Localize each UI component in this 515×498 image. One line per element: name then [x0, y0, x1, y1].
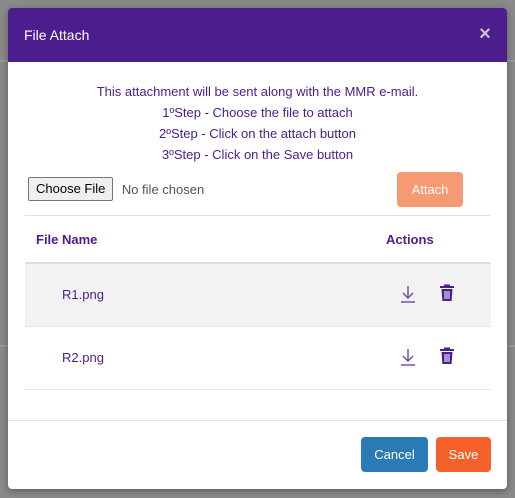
- save-button[interactable]: Save: [436, 437, 491, 472]
- download-button[interactable]: [399, 284, 417, 304]
- file-input: Choose File No file chosen: [28, 177, 204, 201]
- delete-button[interactable]: [439, 347, 455, 365]
- instruction-step-3: 3ºStep - Click on the Save button: [161, 147, 354, 162]
- choose-file-button[interactable]: Choose File: [28, 177, 114, 201]
- file-attach-dialog: File Attach × This attachment will be se…: [8, 8, 507, 489]
- attachments-table: File Name Actions R1.png R2.png: [25, 216, 491, 390]
- close-button[interactable]: ×: [477, 23, 493, 45]
- close-icon: ×: [479, 23, 491, 45]
- file-status-text: No file chosen: [121, 181, 205, 197]
- cancel-button[interactable]: Cancel: [361, 437, 428, 472]
- delete-button[interactable]: [439, 284, 455, 302]
- trash-icon: [440, 284, 454, 301]
- dialog-header: File Attach ×: [8, 8, 507, 62]
- column-header-actions: Actions: [386, 232, 434, 247]
- dialog-title: File Attach: [24, 27, 90, 43]
- table-row: R2.png: [25, 327, 491, 390]
- footer-divider: [8, 420, 507, 421]
- table-header: File Name Actions: [25, 216, 491, 264]
- instructions-block: This attachment will be sent along with …: [8, 81, 507, 165]
- file-name-cell: R1.png: [62, 287, 104, 302]
- column-header-file-name: File Name: [36, 232, 98, 247]
- download-icon: [401, 286, 415, 303]
- instruction-step-2: 2ºStep - Click on the attach button: [159, 126, 356, 141]
- attach-button[interactable]: Attach: [397, 172, 463, 207]
- file-name-cell: R2.png: [62, 350, 104, 365]
- instruction-intro: This attachment will be sent along with …: [96, 84, 419, 99]
- download-button[interactable]: [399, 347, 417, 367]
- trash-icon: [440, 347, 454, 364]
- table-row: R1.png: [25, 264, 491, 327]
- download-icon: [401, 349, 415, 366]
- instruction-step-1: 1ºStep - Choose the file to attach: [162, 105, 353, 120]
